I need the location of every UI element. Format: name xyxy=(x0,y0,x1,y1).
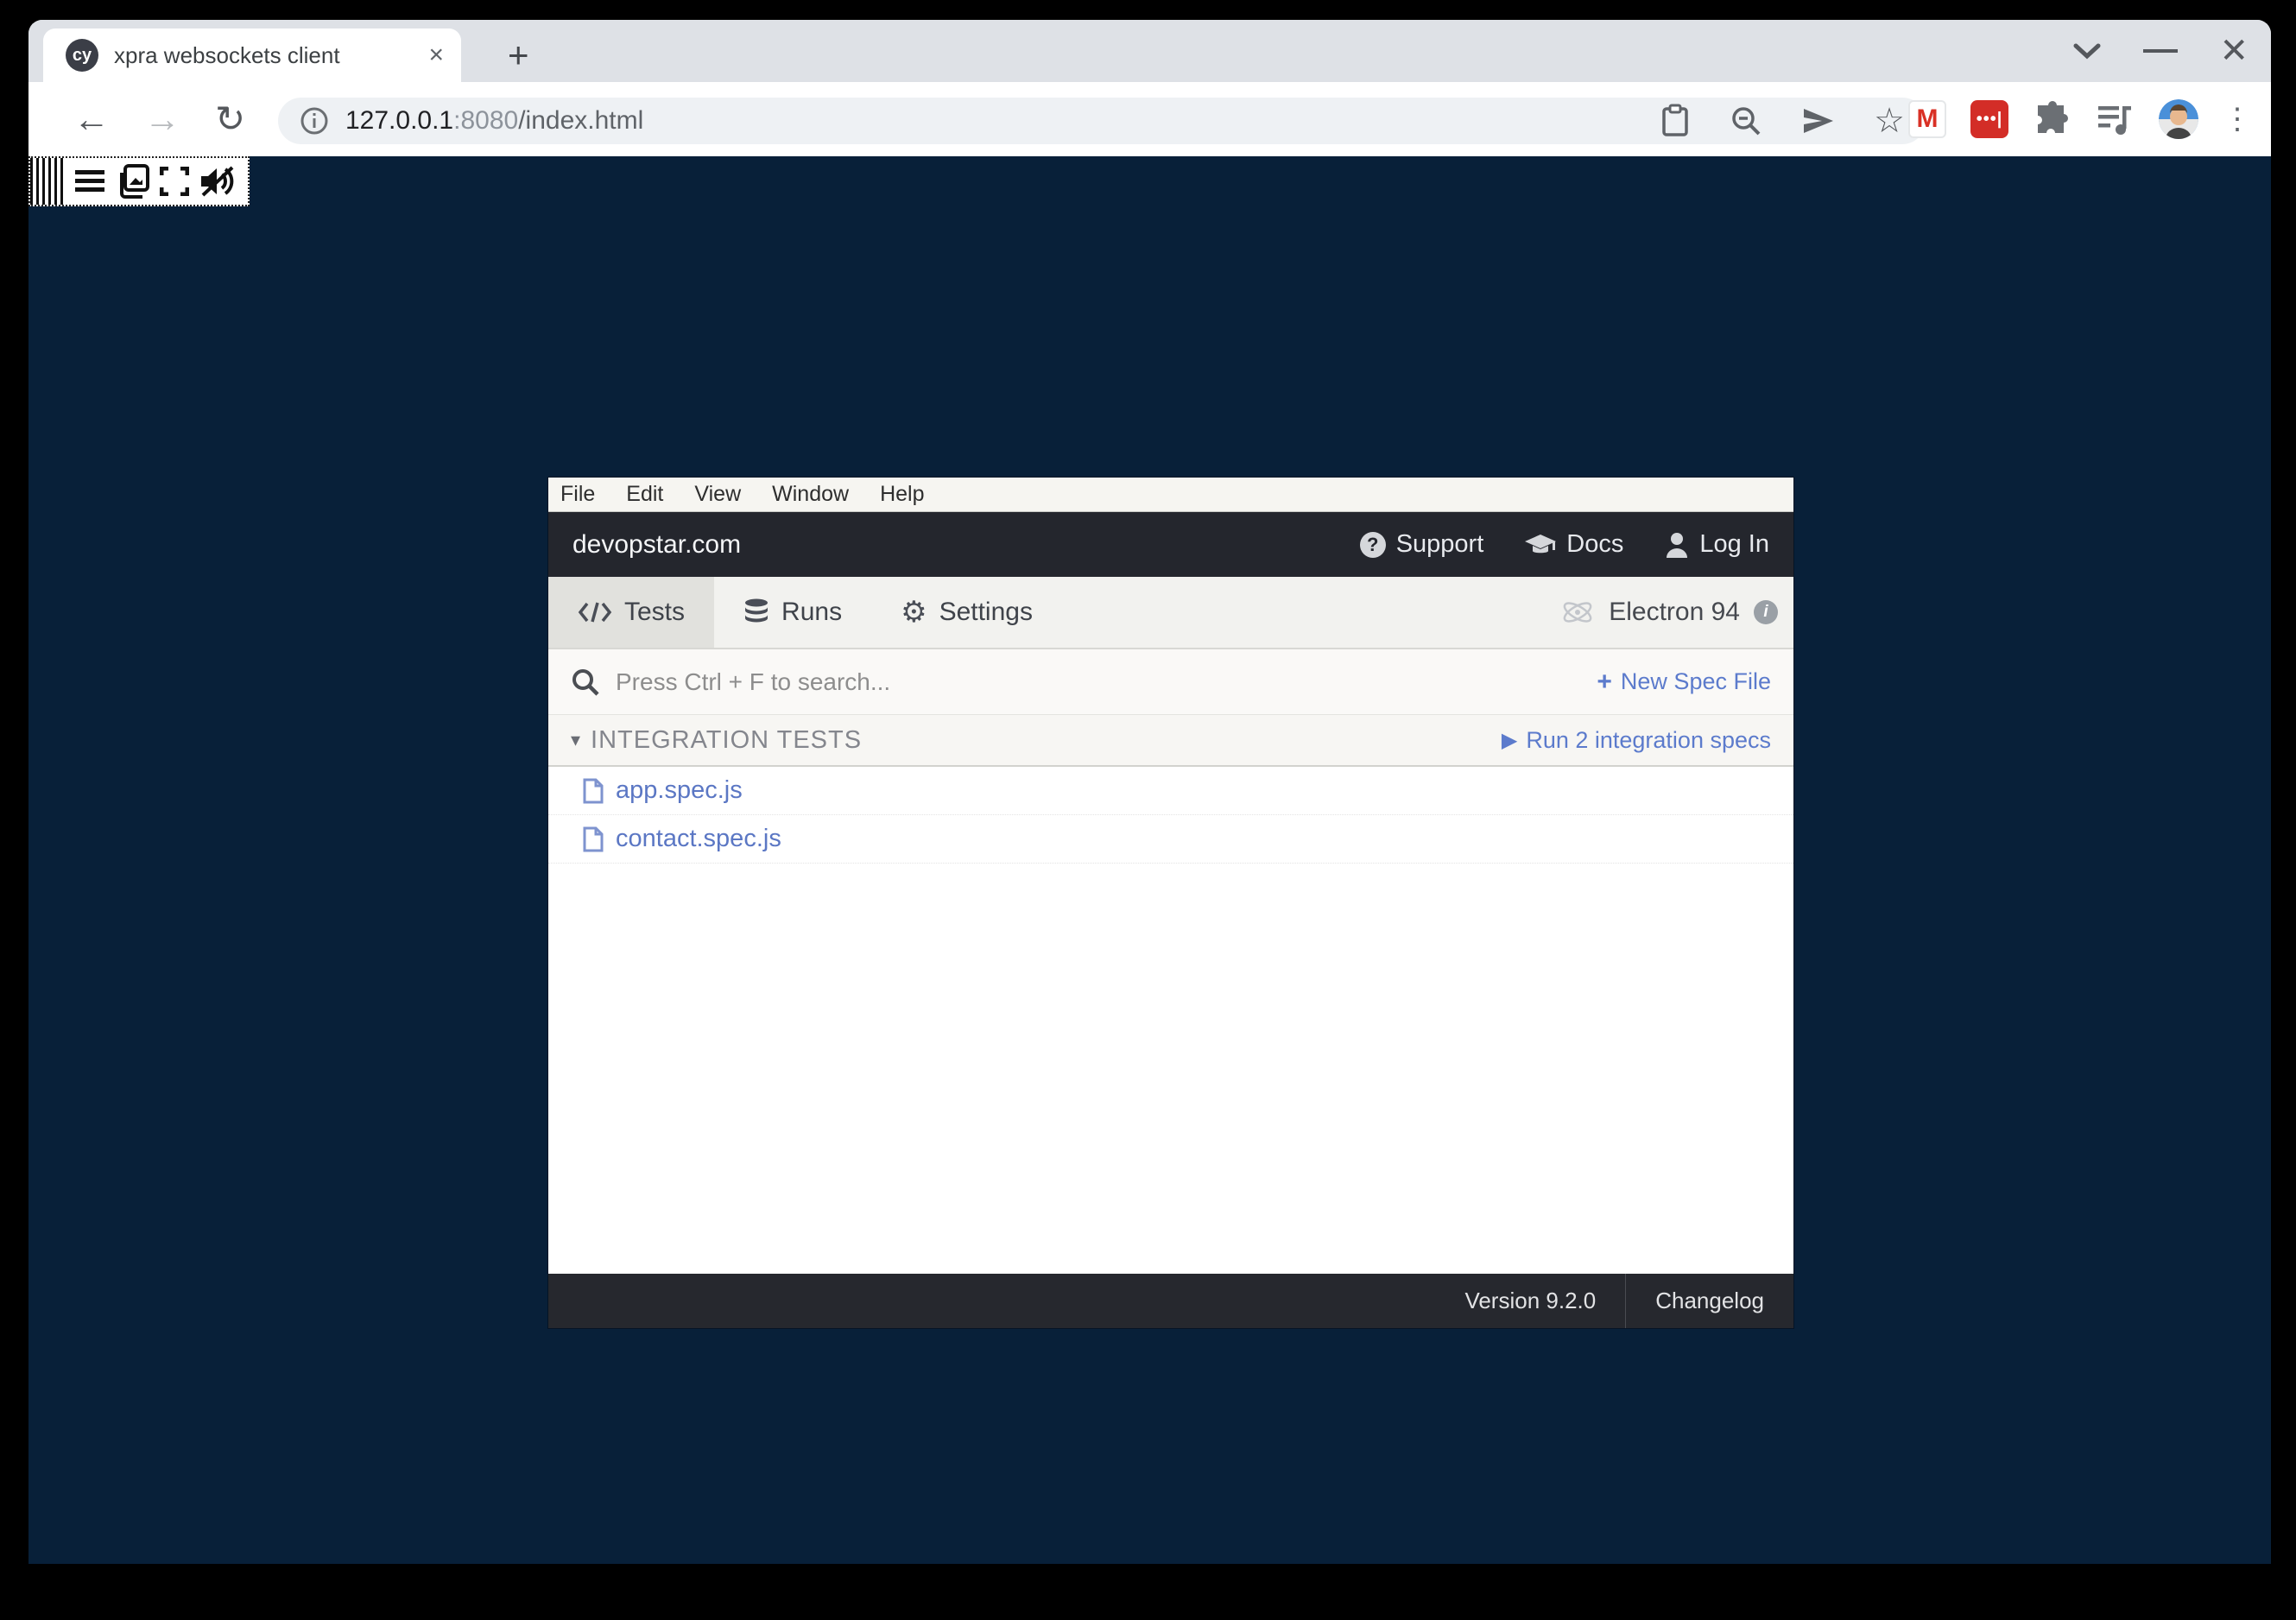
clipboard-icon[interactable] xyxy=(1660,104,1691,138)
question-circle-icon: ? xyxy=(1360,532,1386,558)
app-tabs: Tests Runs ⚙ Settings Electron 94 xyxy=(548,577,1793,649)
url-host: 127.0.0.1 xyxy=(345,106,453,135)
gear-icon: ⚙ xyxy=(901,598,927,627)
database-icon xyxy=(743,598,769,626)
menu-file[interactable]: File xyxy=(560,482,595,507)
search-input[interactable]: Press Ctrl + F to search... xyxy=(616,668,1597,696)
project-name: devopstar.com xyxy=(572,530,741,560)
menu-window[interactable]: Window xyxy=(772,482,849,507)
url-port: :8080 xyxy=(453,106,518,135)
electron-atom-icon xyxy=(1560,595,1595,630)
lastpass-extension-icon[interactable]: •••| xyxy=(1970,100,2008,138)
play-icon: ▶ xyxy=(1502,728,1517,753)
tab-tests[interactable]: Tests xyxy=(548,577,714,648)
address-bar[interactable]: 127.0.0.1:8080/index.html ☆ xyxy=(278,98,1926,144)
extensions-puzzle-icon[interactable] xyxy=(2033,100,2071,138)
gmail-extension-icon[interactable]: M xyxy=(1908,100,1946,138)
window-minimize-icon[interactable] xyxy=(2143,49,2178,53)
run-specs-label: Run 2 integration specs xyxy=(1526,727,1771,754)
login-button[interactable]: Log In xyxy=(1665,530,1769,559)
project-header: devopstar.com ? Support Docs xyxy=(548,512,1793,577)
url-path: /index.html xyxy=(518,106,643,135)
run-integration-specs-button[interactable]: ▶ Run 2 integration specs xyxy=(1502,727,1771,754)
tab-runs[interactable]: Runs xyxy=(714,577,871,648)
xpra-toolbar[interactable] xyxy=(28,156,250,206)
window-restore-icon[interactable] xyxy=(2072,42,2102,60)
app-footer: Version 9.2.0 Changelog xyxy=(548,1274,1793,1328)
docs-label: Docs xyxy=(1566,530,1623,559)
support-button[interactable]: ? Support xyxy=(1360,530,1484,559)
browser-selector-label: Electron 94 xyxy=(1609,598,1740,627)
file-icon xyxy=(583,778,604,804)
site-info-icon[interactable] xyxy=(299,105,330,136)
tab-tests-label: Tests xyxy=(624,598,685,627)
changelog-link[interactable]: Changelog xyxy=(1626,1274,1793,1328)
menu-help[interactable]: Help xyxy=(880,482,924,507)
bookmark-star-icon[interactable]: ☆ xyxy=(1874,104,1905,138)
browser-window: cy xpra websockets client × + ✕ ← → ↻ ⌂ … xyxy=(28,20,2271,1564)
tab-settings[interactable]: ⚙ Settings xyxy=(871,577,1062,648)
spec-list-empty-area xyxy=(548,864,1793,1274)
new-spec-file-button[interactable]: + New Spec File xyxy=(1597,668,1771,697)
spec-name: app.spec.js xyxy=(616,776,743,805)
tab-settings-label: Settings xyxy=(939,598,1033,627)
spec-row-app[interactable]: app.spec.js xyxy=(548,767,1793,815)
tab-strip: cy xpra websockets client × + ✕ xyxy=(28,20,2271,82)
reload-icon[interactable]: ↻ xyxy=(215,101,245,137)
cypress-window: File Edit View Window Help devopstar.com… xyxy=(548,478,1793,1328)
toolbar-drag-handle[interactable] xyxy=(30,158,63,205)
plus-icon: + xyxy=(1597,668,1612,697)
profile-avatar[interactable] xyxy=(2159,99,2198,139)
browser-selector[interactable]: Electron 94 i xyxy=(1560,577,1793,648)
window-close-icon[interactable]: ✕ xyxy=(2219,34,2249,68)
login-label: Log In xyxy=(1699,530,1769,559)
spec-name: contact.spec.js xyxy=(616,825,781,853)
forward-icon: → xyxy=(144,101,180,137)
spec-search-row: Press Ctrl + F to search... + New Spec F… xyxy=(548,649,1793,715)
zoom-out-icon[interactable] xyxy=(1729,104,1763,138)
caret-down-icon: ▾ xyxy=(571,729,580,751)
app-menu-bar: File Edit View Window Help xyxy=(548,478,1793,512)
tab-title: xpra websockets client xyxy=(114,42,418,69)
support-label: Support xyxy=(1396,530,1484,559)
page-viewport: File Edit View Window Help devopstar.com… xyxy=(28,156,2271,1564)
browser-menu-kebab-icon[interactable]: ⋮ xyxy=(2223,102,2252,136)
browser-toolbar: ← → ↻ ⌂ 127.0.0.1:8080/index.html ☆ xyxy=(28,82,2271,156)
browser-tab[interactable]: cy xpra websockets client × xyxy=(43,28,461,82)
search-icon xyxy=(571,668,600,697)
section-title: INTEGRATION TESTS xyxy=(591,726,1502,755)
tab-close-icon[interactable]: × xyxy=(428,41,444,70)
browser-info-icon[interactable]: i xyxy=(1754,600,1778,624)
send-to-device-icon[interactable] xyxy=(1801,105,1836,136)
cypress-favicon-icon: cy xyxy=(66,39,98,72)
file-icon xyxy=(583,826,604,852)
back-icon[interactable]: ← xyxy=(73,101,110,137)
playlist-music-icon[interactable] xyxy=(2095,101,2135,137)
new-tab-button[interactable]: + xyxy=(508,35,529,75)
graduation-cap-icon xyxy=(1525,533,1556,557)
hamburger-menu-icon[interactable] xyxy=(75,170,104,193)
url-text[interactable]: 127.0.0.1:8080/index.html xyxy=(345,106,1660,136)
mute-speaker-icon[interactable] xyxy=(199,166,236,197)
menu-edit[interactable]: Edit xyxy=(626,482,663,507)
new-spec-file-label: New Spec File xyxy=(1621,668,1771,695)
code-icon xyxy=(578,600,612,624)
integration-tests-section[interactable]: ▾ INTEGRATION TESTS ▶ Run 2 integration … xyxy=(548,715,1793,767)
menu-view[interactable]: View xyxy=(694,482,741,507)
person-icon xyxy=(1665,532,1689,558)
fullscreen-icon[interactable] xyxy=(160,167,189,196)
version-label: Version 9.2.0 xyxy=(1435,1274,1625,1328)
tab-runs-label: Runs xyxy=(781,598,842,627)
spec-row-contact[interactable]: contact.spec.js xyxy=(548,815,1793,864)
screenshot-icon[interactable] xyxy=(115,164,149,199)
docs-button[interactable]: Docs xyxy=(1525,530,1623,559)
